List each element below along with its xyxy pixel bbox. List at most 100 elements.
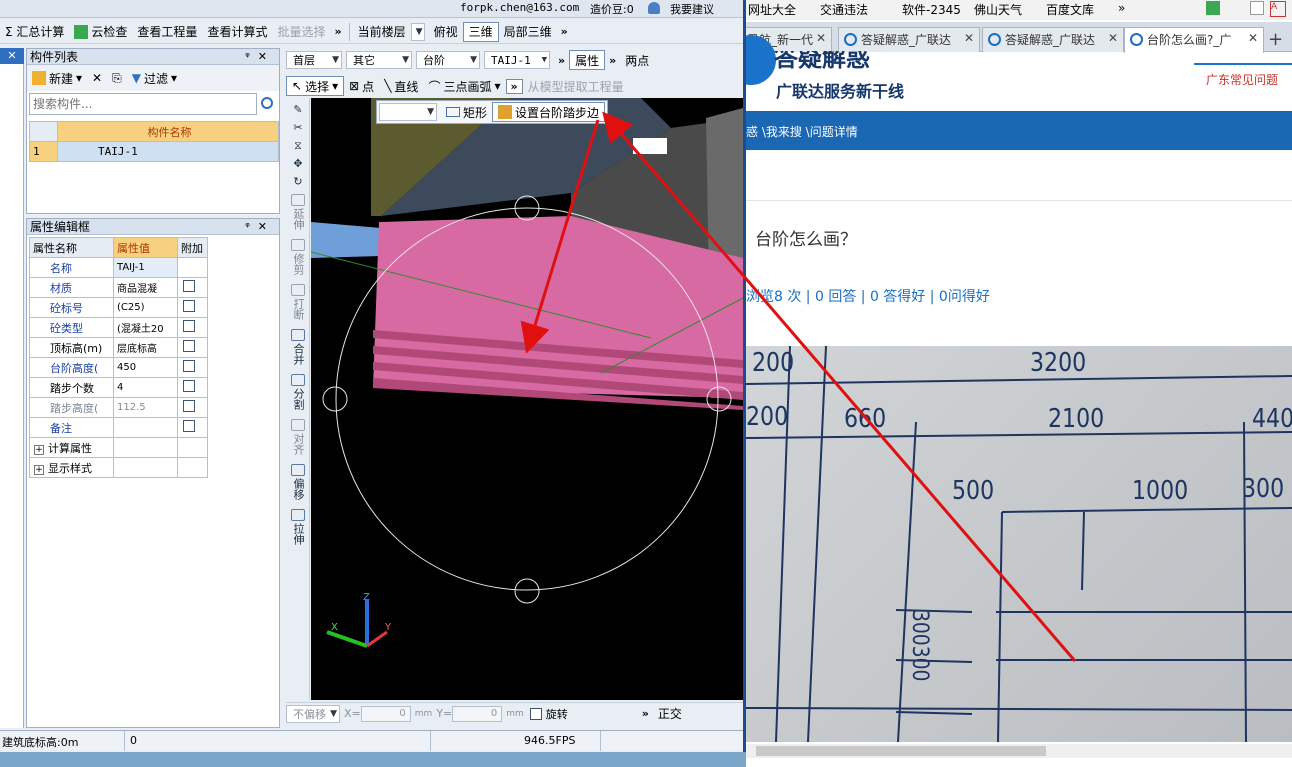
cloud-check-button[interactable]: 云检查: [69, 22, 132, 42]
new-component-button[interactable]: 新建 ▾: [27, 68, 87, 88]
floor-dropdown[interactable]: ▼: [410, 22, 425, 41]
view-quantity-button[interactable]: 查看工程量: [132, 22, 202, 42]
property-row[interactable]: 台阶高度(450: [29, 357, 208, 378]
property-row[interactable]: 材质 商品混凝: [29, 277, 208, 298]
align-tool[interactable]: 对齐: [286, 419, 310, 458]
brush-icon[interactable]: ✎: [286, 104, 310, 116]
property-row[interactable]: 名称 TAIJ-1: [29, 257, 208, 278]
attach-checkbox[interactable]: [183, 340, 195, 352]
attach-checkbox[interactable]: [183, 320, 195, 332]
bookmark-item[interactable]: 交通违法: [820, 1, 868, 18]
top-view-button[interactable]: 俯视: [429, 22, 463, 42]
pin-close-icons[interactable]: ᵠ✕: [245, 219, 275, 235]
bottom-more[interactable]: »: [638, 707, 653, 720]
new-tab-icon[interactable]: +: [1268, 29, 1283, 50]
close-icon[interactable]: ✕: [1108, 31, 1118, 45]
move-icon[interactable]: ✥: [286, 158, 310, 170]
break-tool[interactable]: 打断: [286, 284, 310, 323]
ortho-button[interactable]: 正交: [653, 704, 687, 724]
drawbar-more[interactable]: »: [505, 78, 523, 94]
attributes-button[interactable]: 属性: [569, 50, 606, 70]
attach-checkbox[interactable]: [183, 380, 195, 392]
bookmarks-more-icon[interactable]: »: [1118, 1, 1125, 15]
floor-select[interactable]: 首层 ▼: [286, 51, 342, 69]
reader-icon[interactable]: [1250, 1, 1264, 15]
property-row[interactable]: 顶标高(m) 层底标高: [29, 337, 208, 358]
bookmark-item[interactable]: 佛山天气: [974, 1, 1022, 18]
property-group[interactable]: + 计算属性: [29, 437, 208, 458]
trim-tool[interactable]: 修剪: [286, 239, 310, 278]
tab-active-question[interactable]: 台阶怎么画?_广 ✕: [1124, 27, 1264, 53]
x-input[interactable]: 0: [360, 705, 411, 722]
view-formula-button[interactable]: 查看计算式: [202, 22, 272, 42]
close-icon[interactable]: ✕: [816, 31, 826, 45]
delete-icon[interactable]: ✕: [87, 68, 107, 88]
attach-checkbox[interactable]: [183, 300, 195, 312]
attach-checkbox[interactable]: [183, 280, 195, 292]
batch-select-button[interactable]: 批量选择: [272, 22, 330, 42]
line-button[interactable]: ╲ 直线: [379, 76, 423, 96]
offset-select[interactable]: 不偏移 ▼: [286, 704, 340, 723]
property-row[interactable]: 备注: [29, 417, 208, 438]
filter-button[interactable]: ▼ 过滤 ▾: [127, 68, 182, 88]
property-row[interactable]: 砼类型 (混凝土20: [29, 317, 208, 338]
toolbar-more[interactable]: »: [330, 25, 345, 38]
two-point-button[interactable]: 两点: [620, 50, 654, 70]
split-tool[interactable]: 分割: [286, 374, 310, 413]
stretch-tool[interactable]: 拉伸: [286, 509, 310, 548]
property-row[interactable]: 砼标号 (C25): [29, 297, 208, 318]
rotate-icon[interactable]: ↻: [286, 176, 310, 188]
scissors-icon[interactable]: ✂: [286, 122, 310, 134]
y-input[interactable]: 0: [452, 705, 503, 722]
tab-qa-2[interactable]: 答疑解惑_广联达 ✕: [982, 27, 1124, 52]
attach-checkbox[interactable]: [183, 400, 195, 412]
component-search-input[interactable]: [29, 93, 257, 115]
property-row[interactable]: 踏步个数 4: [29, 377, 208, 398]
orbit-handle-bottom[interactable]: [514, 578, 540, 604]
tab-qa-1[interactable]: 答疑解惑_广联达 ✕: [838, 27, 980, 52]
suggest-link[interactable]: 我要建议: [670, 1, 714, 17]
viewbar-more[interactable]: »: [554, 54, 569, 67]
expand-icon[interactable]: +: [34, 464, 44, 475]
merge-tool[interactable]: 合并: [286, 329, 310, 368]
toolbar-more-2[interactable]: »: [557, 25, 572, 38]
bell-icon[interactable]: [648, 2, 660, 14]
attach-checkbox[interactable]: [183, 360, 195, 372]
property-group[interactable]: + 显示样式: [29, 457, 208, 478]
bookmark-item[interactable]: 软件-2345: [902, 1, 961, 18]
point-button[interactable]: ⊠ 点: [344, 76, 379, 96]
category-select[interactable]: 台阶 ▼: [416, 51, 480, 69]
mirror-icon[interactable]: ⧖: [286, 140, 310, 152]
orbit-handle-left[interactable]: [322, 386, 348, 412]
search-icon[interactable]: [261, 97, 273, 109]
rotate-checkbox[interactable]: [529, 707, 542, 720]
arc-button[interactable]: ⌒ 三点画弧 ▾: [423, 76, 505, 96]
component-select[interactable]: TAIJ-1 ▼: [484, 51, 550, 69]
attach-checkbox[interactable]: [183, 420, 195, 432]
close-icon[interactable]: ✕: [0, 48, 24, 64]
bookmark-item[interactable]: 百度文库: [1046, 1, 1094, 18]
draw-mode-select[interactable]: ▼: [379, 103, 437, 121]
pin-close-icons[interactable]: ᵠ✕: [245, 49, 275, 65]
set-step-edge-button[interactable]: 设置台阶踏步边: [492, 102, 606, 122]
app-icon[interactable]: [1206, 1, 1220, 15]
3d-viewport[interactable]: Z X Y: [311, 98, 743, 700]
breadcrumb-text[interactable]: 惑 \我来搜 \问题详情: [746, 123, 858, 140]
scrollbar-thumb[interactable]: [756, 746, 1046, 756]
viewbar-more-2[interactable]: »: [605, 54, 620, 67]
close-icon[interactable]: ✕: [1248, 31, 1258, 45]
bookmark-item[interactable]: 网址大全: [748, 1, 796, 18]
close-icon[interactable]: ✕: [964, 31, 974, 45]
table-row[interactable]: 1 TAIJ-1: [29, 141, 279, 162]
offset-tool[interactable]: 偏移: [286, 464, 310, 503]
property-row[interactable]: 踏步高度(112.5: [29, 397, 208, 418]
pdf-icon[interactable]: A: [1270, 1, 1286, 17]
expand-icon[interactable]: +: [34, 444, 44, 455]
type-select[interactable]: 其它 ▼: [346, 51, 412, 69]
local-3d-button[interactable]: 局部三维: [499, 22, 557, 42]
faq-link[interactable]: 广东常见问题: [1206, 71, 1278, 88]
extract-quantity-button[interactable]: 从模型提取工程量: [523, 76, 629, 96]
copy-icon[interactable]: ⎘: [107, 68, 127, 88]
rectangle-button[interactable]: 矩形: [441, 102, 492, 122]
sum-calc-button[interactable]: Σ 汇总计算: [0, 22, 69, 42]
